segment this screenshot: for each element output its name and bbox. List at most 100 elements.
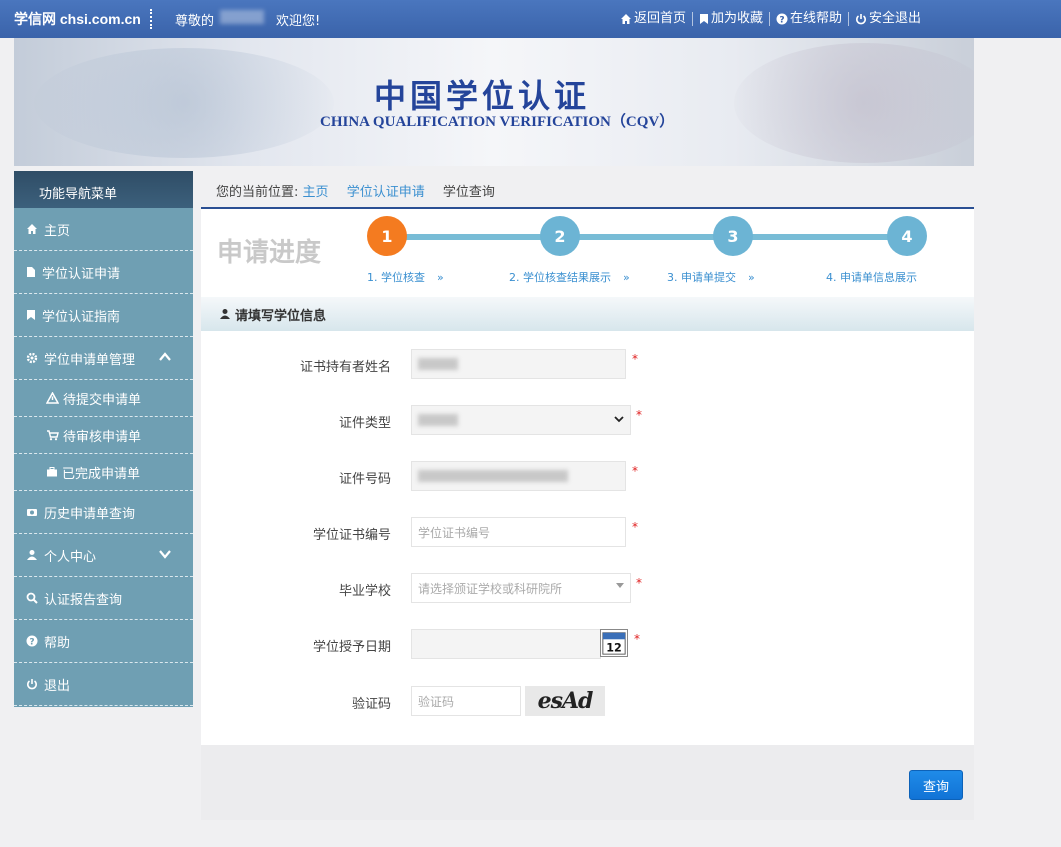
svg-text:12: 12 [606, 641, 621, 654]
chevron-down-icon[interactable] [159, 549, 171, 559]
caret-down-icon [616, 583, 624, 588]
progress-title: 申请进度 [217, 238, 322, 268]
captcha-input[interactable]: 验证码 [411, 686, 521, 716]
form-row-award-date: 学位授予日期 12 * [201, 629, 974, 659]
user-icon [220, 309, 230, 319]
svg-text:?: ? [779, 16, 784, 26]
sidebar-item-apply[interactable]: 学位认证申请 [14, 251, 193, 294]
award-date-input[interactable] [411, 629, 601, 659]
calendar-icon[interactable]: 12 [600, 629, 628, 657]
sidebar-item-report[interactable]: 认证报告查询 [14, 577, 193, 620]
chevron-down-icon [614, 416, 624, 423]
redacted-value [418, 414, 458, 426]
bookmark-link[interactable]: 加为收藏 [693, 12, 771, 26]
sidebar-item-label: 认证报告查询 [44, 592, 123, 608]
sidebar-item-completed[interactable]: 已完成申请单 [14, 454, 193, 491]
field-label: 学位证书编号 [312, 528, 391, 543]
sidebar-item-help[interactable]: ? 帮助 [14, 620, 193, 663]
home-icon [621, 14, 631, 24]
query-button[interactable]: 查询 [909, 770, 963, 800]
form-section-header: 请填写学位信息 [201, 297, 974, 331]
field-label: 毕业学校 [338, 584, 391, 599]
panel-footer [201, 745, 974, 820]
field-label: 学位授予日期 [312, 640, 391, 655]
form-row-school: 毕业学校 请选择颁证学校或科研院所 * [201, 573, 974, 603]
username-redacted [220, 10, 264, 24]
sidebar-item-logout[interactable]: 退出 [14, 663, 193, 706]
breadcrumb-home[interactable]: 主页 [303, 185, 329, 200]
user-icon [27, 550, 37, 560]
sidebar-item-history[interactable]: 历史申请单查询 [14, 491, 193, 534]
help-link[interactable]: ? 在线帮助 [770, 12, 850, 26]
briefcase-icon [47, 467, 57, 477]
sidebar-item-label: 帮助 [44, 635, 71, 651]
sidebar-item-label: 待提交申请单 [63, 392, 142, 408]
sidebar-item-label: 退出 [44, 678, 71, 694]
school-select[interactable]: 请选择颁证学校或科研院所 [411, 573, 631, 603]
sidebar-item-label: 待审核申请单 [63, 429, 142, 445]
sidebar-item-personal[interactable]: 个人中心 [14, 534, 193, 577]
required-mark: * [632, 520, 638, 534]
brand-separator [150, 9, 152, 29]
holder-name-input[interactable] [411, 349, 626, 379]
sidebar-item-label: 学位认证申请 [42, 266, 121, 282]
help-icon: ? [26, 635, 38, 647]
home-icon [27, 224, 37, 234]
site-brand[interactable]: 学信网 chsi.com.cn [14, 9, 141, 29]
breadcrumb: 您的当前位置: 主页 学位认证申请 学位查询 [216, 181, 495, 200]
sidebar-item-home[interactable]: 主页 [14, 208, 193, 251]
sidebar-item-label: 学位认证指南 [42, 309, 121, 325]
banner-decoration [34, 48, 334, 158]
field-label: 证书持有者姓名 [299, 360, 391, 375]
breadcrumb-apply[interactable]: 学位认证申请 [347, 185, 425, 200]
breadcrumb-current: 学位查询 [442, 185, 495, 200]
id-type-select[interactable] [411, 405, 631, 435]
main-panel: 申请进度 1 2 3 4 1. 学位核查» 2. 学位核查结果展示» 3. 申请… [201, 207, 974, 745]
progress-step-label: 4. 申请单信息展示 [826, 271, 917, 284]
banner-subtitle: CHINA QUALIFICATION VERIFICATION（CQV） [320, 114, 675, 130]
sidebar-item-pending-submit[interactable]: 待提交申请单 [14, 380, 193, 417]
id-number-input[interactable] [411, 461, 626, 491]
help-icon: ? [776, 13, 788, 25]
banner-decoration [734, 43, 974, 163]
welcome-text: 欢迎您! [276, 14, 321, 29]
bookmark-icon [27, 310, 35, 320]
required-mark: * [632, 352, 638, 366]
form-row-id-type: 证件类型 * [201, 405, 974, 435]
field-label: 证件号码 [338, 472, 391, 487]
captcha-image[interactable]: esAd [525, 686, 605, 716]
form-row-captcha: 验证码 验证码 esAd [201, 686, 974, 716]
form-row-cert-number: 学位证书编号 学位证书编号 * [201, 517, 974, 547]
cert-number-input[interactable]: 学位证书编号 [411, 517, 626, 547]
sidebar-item-pending-review[interactable]: 待审核申请单 [14, 417, 193, 454]
redacted-value [418, 358, 458, 370]
sidebar-header: 功能导航菜单 [14, 171, 193, 208]
field-label: 证件类型 [338, 416, 391, 431]
required-mark: * [636, 576, 642, 590]
gear-icon [26, 352, 38, 364]
power-icon [856, 14, 866, 25]
top-bar: 学信网 chsi.com.cn 尊敬的 欢迎您! 返回首页 加为收藏 ? 在线帮… [0, 0, 1061, 38]
progress-step-4: 4 [887, 216, 927, 256]
sidebar-item-label: 主页 [44, 223, 71, 239]
cart-icon [47, 430, 59, 441]
top-links: 返回首页 加为收藏 ? 在线帮助 安全退出 [614, 0, 927, 38]
progress-step-label: 3. 申请单提交» [667, 271, 755, 284]
progress-step-3: 3 [713, 216, 753, 256]
search-icon [26, 592, 38, 604]
form-row-holder-name: 证书持有者姓名 * [201, 349, 974, 379]
power-icon [27, 679, 37, 690]
sidebar-item-manage[interactable]: 学位申请单管理 [14, 337, 193, 380]
header-banner: 中国学位认证 CHINA QUALIFICATION VERIFICATION（… [14, 38, 974, 166]
chevron-up-icon[interactable] [159, 352, 171, 362]
camera-icon [27, 509, 37, 516]
progress-step-2: 2 [540, 216, 580, 256]
sidebar-item-guide[interactable]: 学位认证指南 [14, 294, 193, 337]
bookmark-icon [700, 14, 709, 24]
sidebar-item-label: 个人中心 [44, 549, 97, 565]
progress-step-label: 1. 学位核查» [367, 271, 444, 284]
home-link[interactable]: 返回首页 [614, 12, 694, 26]
sidebar-item-label: 学位申请单管理 [44, 352, 136, 368]
logout-link[interactable]: 安全退出 [849, 12, 927, 26]
required-mark: * [636, 408, 642, 422]
